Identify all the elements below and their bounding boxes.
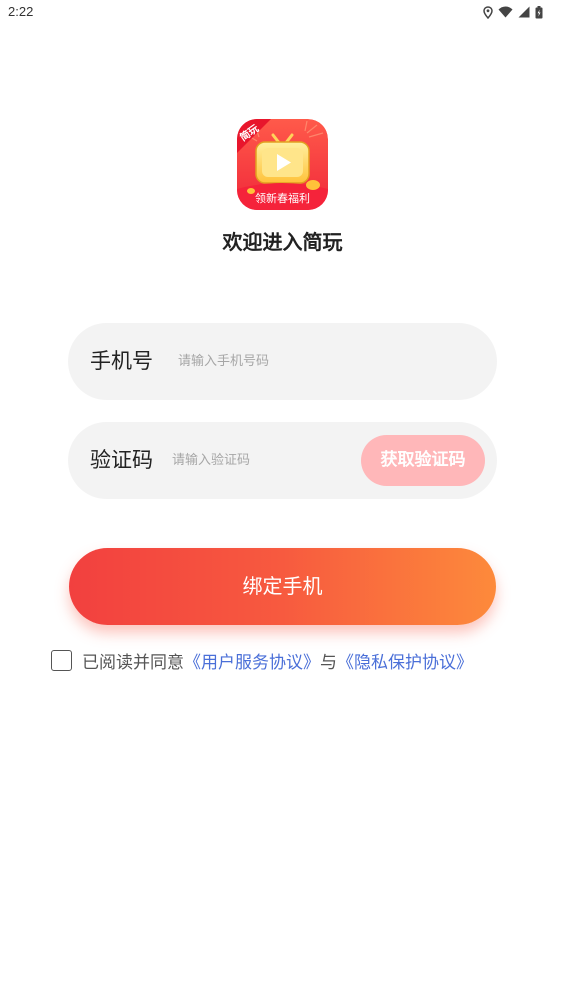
battery-icon (535, 5, 543, 19)
status-bar: 2:22 (0, 0, 565, 24)
code-input[interactable] (172, 446, 352, 474)
location-icon (483, 5, 493, 19)
status-time: 2:22 (8, 4, 34, 19)
status-icons (483, 4, 543, 20)
bind-phone-button[interactable]: 绑定手机 (69, 548, 496, 625)
wifi-icon (498, 6, 513, 18)
phone-label: 手机号 (90, 349, 153, 373)
phone-input[interactable] (178, 347, 468, 375)
user-agreement-link[interactable]: 《用户服务协议》 (184, 648, 320, 673)
phone-field: 手机号 (68, 323, 497, 400)
signal-icon (518, 6, 530, 18)
privacy-policy-link[interactable]: 《隐私保护协议》 (337, 648, 473, 673)
code-label: 验证码 (90, 448, 153, 472)
agreement-prefix: 已阅读并同意 (82, 652, 184, 673)
agreement-row: 已阅读并同意 《用户服务协议》 与 《隐私保护协议》 (51, 647, 473, 673)
logo-caption: 领新春福利 (255, 192, 310, 205)
agreement-and: 与 (320, 652, 337, 673)
agreement-checkbox[interactable] (51, 649, 72, 671)
code-field: 验证码 获取验证码 (68, 422, 497, 499)
get-code-button[interactable]: 获取验证码 (361, 435, 485, 486)
welcome-title: 欢迎进入简玩 (222, 230, 343, 254)
app-logo: 简玩 领新春福利 (237, 119, 328, 210)
